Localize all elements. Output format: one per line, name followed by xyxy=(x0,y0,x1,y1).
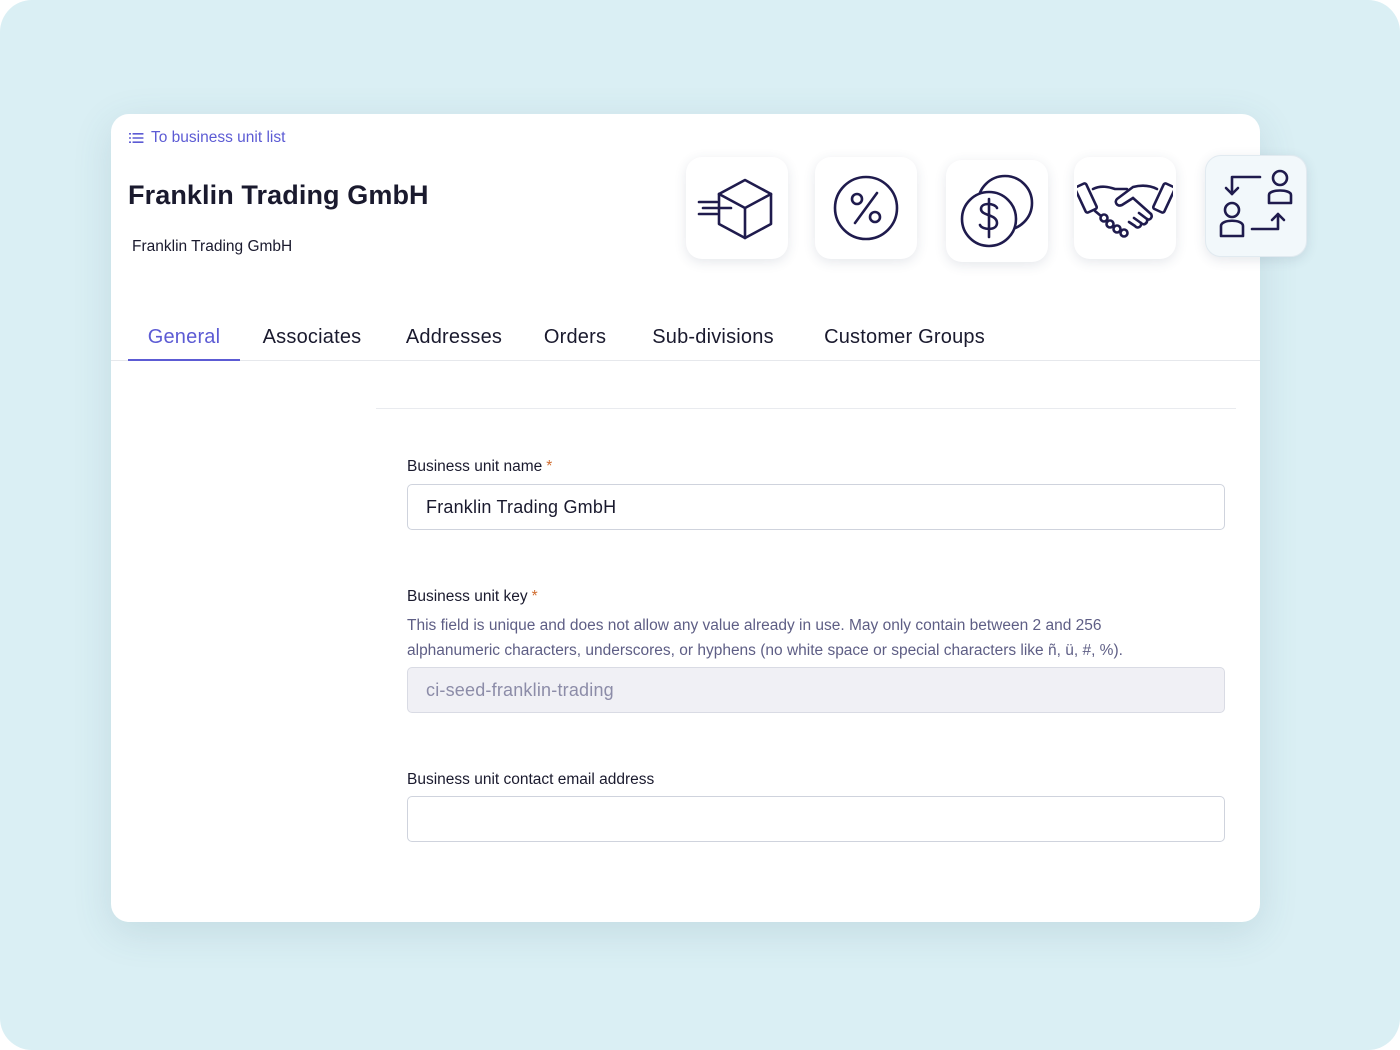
name-label-text: Business unit name xyxy=(407,458,543,475)
user-exchange-icon xyxy=(1219,169,1293,238)
contact-email-input[interactable] xyxy=(407,796,1225,842)
list-icon xyxy=(129,133,144,143)
percent-tile xyxy=(815,157,917,259)
section-divider xyxy=(376,408,1236,409)
key-description-line-2: alphanumeric characters, underscores, or… xyxy=(407,642,1123,659)
email-label-text: Business unit contact email address xyxy=(407,771,655,788)
name-field-label: Business unit name * xyxy=(407,458,552,476)
business-unit-name-input[interactable]: Franklin Trading GmbH xyxy=(407,484,1225,530)
dollar-coins-tile xyxy=(946,160,1048,262)
tab-addresses[interactable]: Addresses xyxy=(393,314,515,361)
page-subtitle: Franklin Trading GmbH xyxy=(132,238,293,255)
required-marker: * xyxy=(546,458,553,475)
dollar-coins-icon xyxy=(960,174,1034,248)
percent-icon xyxy=(833,175,899,241)
tab-associates[interactable]: Associates xyxy=(249,314,375,361)
back-to-list-link[interactable]: To business unit list xyxy=(129,129,285,147)
box-delivery-icon xyxy=(697,178,773,240)
key-field-description: This field is unique and does not allow … xyxy=(407,613,1227,663)
tab-orders[interactable]: Orders xyxy=(533,314,617,361)
required-marker: * xyxy=(531,588,538,605)
user-exchange-tile xyxy=(1205,155,1307,257)
key-label-text: Business unit key xyxy=(407,588,528,605)
key-input-value: ci-seed-franklin-trading xyxy=(426,679,614,700)
box-delivery-tile xyxy=(686,157,788,259)
email-field-label: Business unit contact email address xyxy=(407,771,654,789)
page-title: Franklin Trading GmbH xyxy=(128,180,429,210)
back-link-label[interactable]: To business unit list xyxy=(151,129,285,147)
handshake-tile xyxy=(1074,157,1176,259)
name-input-value: Franklin Trading GmbH xyxy=(426,496,617,517)
business-unit-key-input: ci-seed-franklin-trading xyxy=(407,667,1225,713)
business-unit-card: To business unit list Franklin Trading G… xyxy=(111,114,1307,922)
key-field-label: Business unit key * xyxy=(407,588,538,606)
tab-general[interactable]: General xyxy=(128,314,240,361)
handshake-icon xyxy=(1077,182,1173,238)
tab-sub-divisions[interactable]: Sub-divisions xyxy=(636,314,790,361)
tab-bar: General Associates Addresses Orders Sub-… xyxy=(111,314,1260,361)
tab-customer-groups[interactable]: Customer Groups xyxy=(809,314,1000,361)
key-description-line-1: This field is unique and does not allow … xyxy=(407,617,1102,634)
